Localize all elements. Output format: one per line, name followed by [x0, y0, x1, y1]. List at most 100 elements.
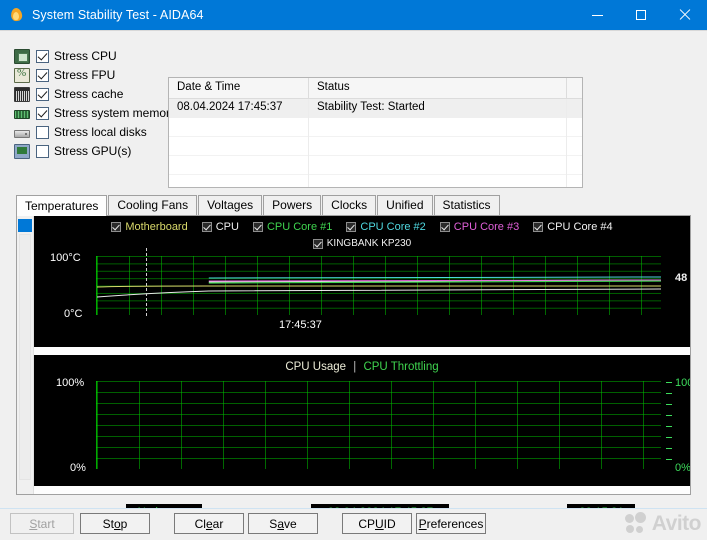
stress-cache-checkbox[interactable]	[36, 87, 49, 101]
cache-icon	[14, 86, 30, 102]
temp-axis-max-label: 100°C	[50, 252, 81, 264]
stress-option-disks[interactable]: Stress local disks	[14, 123, 164, 141]
temperature-legend-row-1: Motherboard CPU CPU Core #1 CPU Core #2 …	[34, 221, 690, 233]
temperature-plot-area[interactable]	[96, 256, 661, 315]
usage-title-main: CPU Usage	[285, 361, 347, 373]
legend-label: CPU	[215, 221, 239, 233]
maximize-button[interactable]	[619, 0, 663, 30]
cpu-usage-chart: CPU Usage | CPU Throttling 100% 0% 10 0% …	[34, 355, 690, 486]
stress-option-gpu[interactable]: Stress GPU(s)	[14, 142, 164, 160]
legend-label: CPU Core #4	[547, 221, 613, 233]
client-area: Stress CPU Stress FPU Stress cache Stres…	[0, 30, 707, 540]
tab-unified[interactable]: Unified	[377, 195, 433, 215]
stress-disks-checkbox[interactable]	[36, 125, 49, 139]
app-flame-icon	[9, 7, 25, 23]
legend-checkbox[interactable]	[111, 222, 122, 232]
usage-title-alt: CPU Throttling	[363, 361, 439, 373]
legend-checkbox[interactable]	[346, 222, 357, 232]
tab-cooling-fans[interactable]: Cooling Fans	[108, 195, 198, 215]
usage-title-separator: |	[353, 361, 357, 373]
table-row[interactable]	[169, 118, 582, 137]
close-icon	[679, 9, 691, 21]
log-col-datetime[interactable]: Date & Time	[169, 78, 309, 99]
stress-fpu-checkbox[interactable]	[36, 68, 49, 82]
stress-option-memory[interactable]: Stress system memory	[14, 104, 176, 122]
legend-label: KINGBANK KP230	[326, 238, 412, 249]
temp-x-axis-label: 17:45:37	[279, 319, 322, 331]
usage-axis-max-label-left: 100%	[56, 377, 85, 389]
stop-button[interactable]: Stop	[80, 513, 150, 534]
usage-plot-area[interactable]	[96, 381, 661, 469]
legend-label: CPU Core #3	[453, 221, 520, 233]
legend-item-cpu-core-2[interactable]: CPU Core #2	[346, 221, 426, 233]
table-row[interactable]	[169, 175, 582, 187]
scrollbar-track[interactable]	[19, 234, 31, 480]
disk-icon	[14, 130, 30, 138]
stress-cpu-label: Stress CPU	[54, 49, 117, 63]
title-bar: System Stability Test - AIDA64	[0, 0, 707, 30]
stress-option-fpu[interactable]: Stress FPU	[14, 66, 164, 84]
window-title: System Stability Test - AIDA64	[32, 8, 204, 22]
usage-axis-max-label-right: 100%	[675, 377, 690, 389]
scrollbar-thumb[interactable]	[18, 219, 32, 232]
usage-chart-title: CPU Usage | CPU Throttling	[34, 361, 690, 373]
legend-checkbox[interactable]	[439, 222, 450, 232]
stress-cpu-checkbox[interactable]	[36, 49, 49, 63]
chart-tabs: Temperatures Cooling Fans Voltages Power…	[16, 195, 691, 216]
temp-axis-min-label: 0°C	[64, 308, 83, 320]
stress-option-cache[interactable]: Stress cache	[14, 85, 164, 103]
table-row[interactable]	[169, 137, 582, 156]
legend-item-kingbank-kp230[interactable]: KINGBANK KP230	[312, 238, 412, 249]
stress-gpu-checkbox[interactable]	[36, 144, 49, 158]
log-col-status[interactable]: Status	[309, 78, 567, 99]
clear-button[interactable]: Clear	[174, 513, 244, 534]
save-button[interactable]: Save	[248, 513, 318, 534]
legend-checkbox[interactable]	[201, 222, 212, 232]
graph-container: Motherboard CPU CPU Core #1 CPU Core #2 …	[16, 216, 691, 495]
temp-current-value-cpu: 48	[675, 272, 688, 284]
tab-temperatures[interactable]: Temperatures	[16, 195, 108, 216]
legend-label: Motherboard	[125, 221, 188, 233]
legend-checkbox[interactable]	[312, 238, 323, 249]
minimize-icon	[591, 14, 603, 16]
minimize-button[interactable]	[575, 0, 619, 30]
tab-voltages[interactable]: Voltages	[198, 195, 263, 215]
aida64-stability-window: System Stability Test - AIDA64 Stress CP…	[0, 0, 707, 540]
log-cell-status: Stability Test: Started	[309, 99, 567, 118]
window-controls	[575, 0, 707, 30]
usage-axis-min-label-left: 0%	[70, 462, 86, 474]
table-row[interactable]: 08.04.2024 17:45:37 Stability Test: Star…	[169, 99, 582, 118]
start-button[interactable]: Start	[10, 513, 74, 534]
stress-fpu-label: Stress FPU	[54, 68, 116, 82]
memory-icon	[14, 110, 30, 119]
legend-checkbox[interactable]	[252, 222, 263, 232]
legend-item-cpu-core-3[interactable]: CPU Core #3	[439, 221, 520, 233]
temperature-legend-row-2: KINGBANK KP230	[34, 238, 690, 249]
legend-label: CPU Core #2	[360, 221, 426, 233]
stress-option-cpu[interactable]: Stress CPU	[14, 47, 164, 65]
table-row[interactable]	[169, 156, 582, 175]
legend-item-cpu[interactable]: CPU	[201, 221, 239, 233]
graph-scrollbar[interactable]	[17, 216, 34, 494]
cpuid-button[interactable]: CPUID	[342, 513, 412, 534]
tab-statistics[interactable]: Statistics	[433, 195, 500, 215]
legend-item-cpu-core-1[interactable]: CPU Core #1	[252, 221, 333, 233]
preferences-button[interactable]: Preferences	[416, 513, 486, 534]
temperature-time-marker	[146, 248, 147, 316]
legend-checkbox[interactable]	[533, 222, 544, 232]
stress-gpu-label: Stress GPU(s)	[54, 144, 132, 158]
legend-label: CPU Core #1	[266, 221, 333, 233]
event-log-table[interactable]: Date & Time Status 08.04.2024 17:45:37 S…	[168, 77, 583, 188]
gpu-icon	[14, 143, 30, 159]
legend-item-motherboard[interactable]: Motherboard	[111, 221, 188, 233]
graph-stack: Motherboard CPU CPU Core #1 CPU Core #2 …	[34, 216, 690, 494]
usage-right-ticks	[666, 382, 672, 470]
close-button[interactable]	[663, 0, 707, 30]
tab-clocks[interactable]: Clocks	[322, 195, 377, 215]
log-header-row: Date & Time Status	[169, 78, 582, 99]
stress-memory-checkbox[interactable]	[36, 106, 49, 120]
tab-powers[interactable]: Powers	[263, 195, 322, 215]
maximize-icon	[636, 10, 646, 20]
legend-item-cpu-core-4[interactable]: CPU Core #4	[533, 221, 613, 233]
stress-memory-label: Stress system memory	[54, 106, 177, 120]
